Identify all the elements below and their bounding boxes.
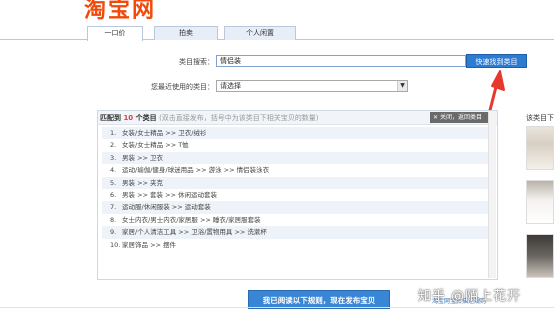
item-number: 8.: [110, 215, 117, 224]
item-text: 家居饰品 >> 摆件: [122, 240, 177, 249]
list-item[interactable]: 5. 男装 >> 夹克: [102, 176, 494, 189]
item-number: 10.: [110, 240, 121, 249]
close-icon: ✕: [433, 114, 439, 121]
bottom-divider: [0, 307, 554, 308]
item-number: 5.: [110, 178, 117, 187]
thumbnail-image: [527, 127, 553, 169]
item-text: 女装/女士精品 >> 卫衣/绒衫: [122, 129, 207, 137]
match-suffix: 个类目: [135, 114, 157, 122]
thumbnail-image: [527, 181, 553, 223]
list-item[interactable]: 10. 家居饰品 >> 摆件: [102, 239, 494, 251]
list-item[interactable]: 9. 家居/个人清洁工具 >> 卫浴/置物用具 >> 洗漱杯: [102, 226, 494, 239]
panel-scrollbar[interactable]: [488, 112, 496, 278]
item-number: 4.: [110, 166, 117, 175]
match-summary: 匹配到 10 个类目 (双击直接发布，括号中为该类目下相关宝贝的数量): [100, 113, 319, 123]
product-thumbnail[interactable]: [526, 234, 554, 278]
item-text: 男装 >> 夹克: [122, 178, 164, 187]
item-number: 7.: [110, 203, 117, 212]
list-item[interactable]: 7. 运动服/休闲服装 >> 运动套装: [102, 201, 494, 214]
list-item[interactable]: 6. 男装 >> 套装 >> 休闲运动套装: [102, 189, 494, 201]
product-thumbnail[interactable]: [526, 180, 554, 224]
thumbnail-image: [527, 235, 553, 277]
arrow-head: [491, 70, 505, 91]
match-hint: (双击直接发布，括号中为该类目下相关宝贝的数量): [159, 114, 319, 122]
match-prefix: 匹配到: [100, 114, 121, 122]
item-number: 3.: [110, 153, 117, 162]
item-text: 女士内衣/男士内衣/家居服 >> 睡衣/家居服套装: [122, 215, 261, 224]
item-text: 运动/瑜伽/健身/球迷用品 >> 游泳 >> 情侣装泳衣: [122, 166, 270, 175]
item-number: 9.: [110, 228, 117, 237]
list-item[interactable]: 2. 女装/女士精品 >> T恤: [102, 139, 494, 151]
item-text: 男装 >> 套装 >> 休闲运动套装: [122, 190, 218, 199]
item-text: 女装/女士精品 >> T恤: [122, 141, 189, 150]
list-item[interactable]: 8. 女士内衣/男士内衣/家居服 >> 睡衣/家居服套装: [102, 214, 494, 226]
item-text: 运动服/休闲服装 >> 运动套装: [122, 203, 211, 212]
match-count: 10: [123, 114, 134, 122]
close-results-button[interactable]: ✕ 关闭，返回类目: [430, 112, 492, 123]
matched-categories-panel: 匹配到 10 个类目 (双击直接发布，括号中为该类目下相关宝贝的数量) ✕ 关闭，…: [97, 110, 498, 280]
list-item[interactable]: 3. 男装 >> 卫衣: [102, 151, 494, 165]
item-number: 6.: [110, 190, 117, 199]
watermark: 知乎 @陌上花开: [418, 289, 522, 304]
list-item[interactable]: 1. 女装/女士精品 >> 卫衣/绒衫: [102, 127, 494, 140]
sidebar-title: 该类目下: [526, 114, 554, 122]
category-list: 1. 女装/女士精品 >> 卫衣/绒衫 2. 女装/女士精品 >> T恤 3. 男装 …: [102, 127, 494, 251]
item-number: 2.: [110, 141, 117, 150]
item-text: 家居/个人清洁工具 >> 卫浴/置物用具 >> 洗漱杯: [122, 228, 267, 237]
product-thumbnail[interactable]: [526, 126, 554, 170]
panel-header: 匹配到 10 个类目 (双击直接发布，括号中为该类目下相关宝贝的数量) ✕ 关闭，…: [98, 111, 497, 125]
close-label: 关闭，返回类目: [440, 114, 483, 121]
item-number: 1.: [110, 129, 117, 137]
list-item[interactable]: 4. 运动/瑜伽/健身/球迷用品 >> 游泳 >> 情侣装泳衣: [102, 164, 494, 176]
item-text: 男装 >> 卫衣: [122, 153, 164, 162]
